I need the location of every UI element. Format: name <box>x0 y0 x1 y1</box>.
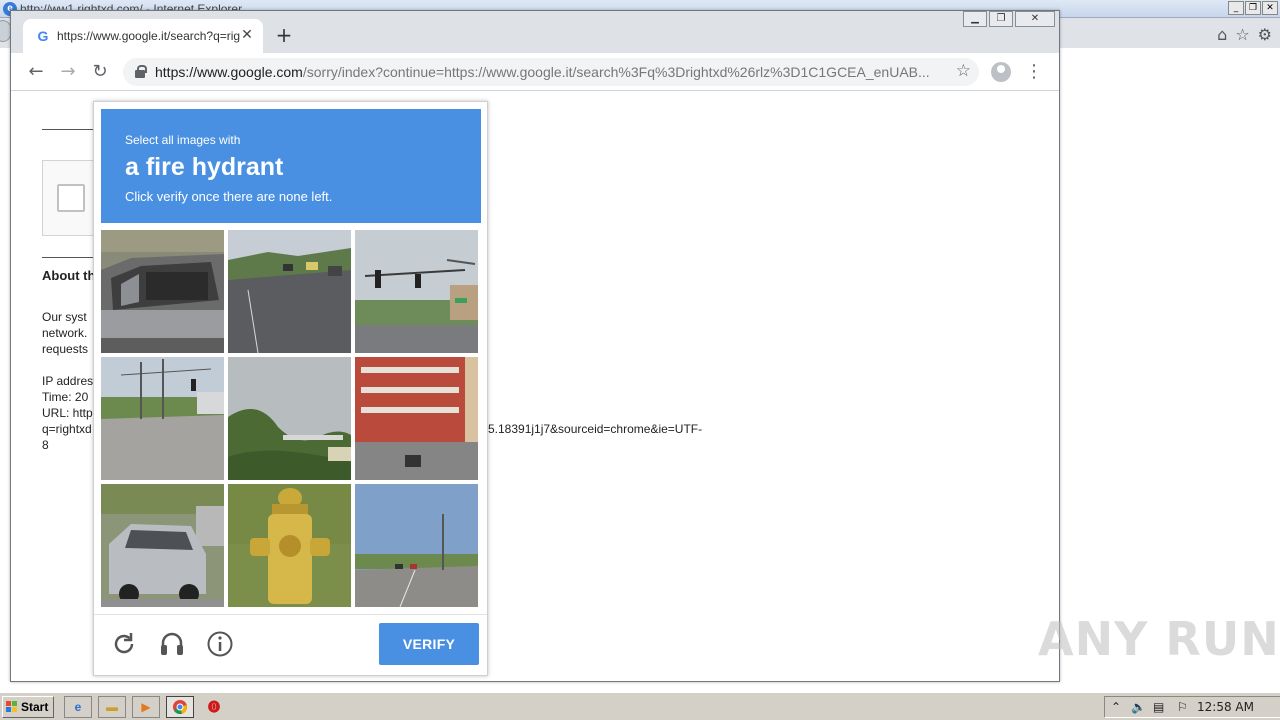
taskbar-media-player-icon[interactable]: ▶ <box>132 696 160 718</box>
image-grid <box>101 230 481 609</box>
taskbar-stop-icon[interactable]: ⓿ <box>200 696 228 718</box>
chrome-menu-icon[interactable]: ⋮ <box>1025 61 1043 83</box>
network-icon[interactable]: ▤ <box>1153 700 1164 714</box>
ie-toolbar-icons: ⌂ ☆ ⚙ <box>1217 25 1272 44</box>
reload-button[interactable]: ↻ <box>89 61 111 83</box>
taskbar-chrome-icon[interactable] <box>166 696 194 718</box>
profile-avatar-icon[interactable] <box>991 62 1011 82</box>
page-text-line: URL: http <box>42 406 93 420</box>
taskbar: Start e ▬ ▶ ⓿ ⌃ 🔈 ▤ ⚐ 12:58 AM <box>0 692 1280 720</box>
page-text-line: Time: 20 <box>42 390 89 404</box>
ie-minimize-button[interactable]: _ <box>1228 1 1244 15</box>
tab-strip: G https://www.google.it/search?q=rig ✕ +… <box>11 11 1059 53</box>
recaptcha-challenge: Select all images with a fire hydrant Cl… <box>93 101 488 676</box>
volume-icon[interactable]: 🔈 <box>1131 700 1146 714</box>
tab-close-icon[interactable]: ✕ <box>239 26 255 44</box>
ie-restore-button[interactable]: ❐ <box>1245 1 1261 15</box>
page-text-line: Our syst <box>42 310 87 324</box>
image-tile-pickup-truck[interactable] <box>101 230 224 353</box>
page-text-line: q=rightxd <box>42 422 92 436</box>
start-label: Start <box>21 700 49 714</box>
page-text-line: 8 <box>42 438 49 452</box>
challenge-instruction: Click verify once there are none left. <box>125 189 333 204</box>
url-path: /sorry/index?continue=https://www.google… <box>302 64 930 80</box>
challenge-target: a fire hydrant <box>125 153 284 181</box>
image-tile-highway-road[interactable] <box>355 484 478 607</box>
image-tile-road-with-cars[interactable] <box>228 230 351 353</box>
image-tile-street-with-poles[interactable] <box>101 357 224 480</box>
page-text-line: network. <box>42 326 88 340</box>
chrome-window-controls: ▁ ❐ ✕ <box>963 11 1055 27</box>
info-icon[interactable] <box>206 630 234 658</box>
image-tile-silver-suv[interactable] <box>101 484 224 607</box>
url-tail-text: 5.18391j1j7&sourceid=chrome&ie=UTF- <box>488 422 703 436</box>
clock: 12:58 AM <box>1197 700 1254 714</box>
back-button[interactable]: ← <box>25 61 47 83</box>
image-tile-traffic-light-intersection[interactable] <box>355 230 478 353</box>
recaptcha-checkbox[interactable] <box>57 184 85 212</box>
home-icon[interactable]: ⌂ <box>1217 25 1227 44</box>
challenge-select-text: Select all images with <box>125 133 241 147</box>
chrome-restore-button[interactable]: ❐ <box>989 11 1013 27</box>
taskbar-ie-icon[interactable]: e <box>64 696 92 718</box>
lock-icon[interactable] <box>135 65 147 78</box>
chrome-close-button[interactable]: ✕ <box>1015 11 1055 27</box>
page-text-line: IP addres <box>42 374 94 388</box>
ie-window-controls: _ ❐ ✕ <box>1228 1 1278 15</box>
divider <box>94 614 487 615</box>
url-host: https://www.google.com <box>155 64 303 80</box>
url-text[interactable]: https://www.google.com/sorry/index?conti… <box>155 64 945 80</box>
image-tile-red-brick-building[interactable] <box>355 357 478 480</box>
bookmark-star-icon[interactable]: ☆ <box>956 61 971 81</box>
windows-logo-icon <box>6 701 17 712</box>
chrome-toolbar: ← → ↻ https://www.google.com/sorry/index… <box>11 53 1059 91</box>
challenge-header: Select all images with a fire hydrant Cl… <box>101 109 481 223</box>
google-favicon-icon: G <box>37 28 49 44</box>
action-center-flag-icon[interactable]: ⚐ <box>1177 700 1188 714</box>
chrome-minimize-button[interactable]: ▁ <box>963 11 987 27</box>
image-tile-trees-and-bridge[interactable] <box>228 357 351 480</box>
forward-button[interactable]: → <box>57 61 79 83</box>
verify-button[interactable]: VERIFY <box>379 623 479 665</box>
new-tab-button[interactable]: + <box>273 24 295 46</box>
taskbar-explorer-folder-icon[interactable]: ▬ <box>98 696 126 718</box>
system-tray: ⌃ 🔈 ▤ ⚐ 12:58 AM <box>1104 696 1280 718</box>
browser-tab[interactable]: G https://www.google.it/search?q=rig ✕ <box>23 19 263 53</box>
favorites-star-icon[interactable]: ☆ <box>1235 25 1249 44</box>
tab-title: https://www.google.it/search?q=rig <box>57 29 241 43</box>
page-text-line: requests <box>42 342 89 356</box>
ie-close-button[interactable]: ✕ <box>1262 1 1278 15</box>
address-bar[interactable]: https://www.google.com/sorry/index?conti… <box>123 58 979 86</box>
reload-challenge-icon[interactable] <box>110 630 138 658</box>
audio-challenge-headphones-icon[interactable] <box>158 630 186 658</box>
image-tile-yellow-fire-hydrant[interactable] <box>228 484 351 607</box>
tray-expand-icon[interactable]: ⌃ <box>1111 700 1121 714</box>
about-heading: About th <box>42 268 96 283</box>
start-button[interactable]: Start <box>2 696 54 718</box>
gear-icon[interactable]: ⚙ <box>1258 25 1272 44</box>
anyrun-watermark: ANY RUN <box>1038 612 1280 666</box>
